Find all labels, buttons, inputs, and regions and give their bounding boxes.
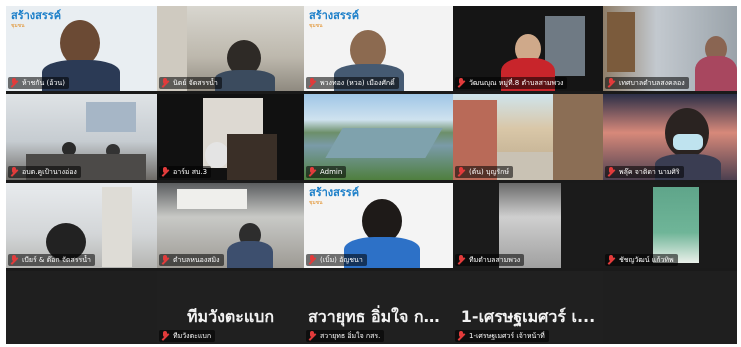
- participant-name: อาร์ม สบ.3: [173, 167, 208, 176]
- participant-namebar: ทีมตำบลสามพวง: [455, 254, 525, 266]
- participant-namebar: ตำบลหนองสมิง: [159, 254, 224, 266]
- participant-name-placeholder: 1-เศรษฐเมศวร์ เ...: [460, 307, 596, 326]
- video-grid: สร้างสรรค์ ชุมชน ห้าชกัน (อ้วน) นิตย์ จัด…: [6, 6, 737, 344]
- mic-muted-icon: [457, 255, 466, 265]
- participant-namebar: พวงทอง (หวอ) เมืองศักดิ์: [306, 77, 399, 89]
- participant-name: พลุ๊ค จาติดา นามศิริ: [619, 167, 680, 176]
- mic-muted-icon: [161, 167, 170, 177]
- participant-name: ทีมตำบลสามพวง: [469, 255, 521, 264]
- participant-namebar: ห้าชกัน (อ้วน): [8, 77, 69, 89]
- mic-muted-icon: [607, 167, 616, 177]
- participant-name: วัฒนญุณ หมู่ที่.8 ตำบลสามพวง: [469, 78, 564, 87]
- participant-tile[interactable]: เบียร์ & ต๊อก จัดสรรน้ำ: [6, 183, 157, 268]
- participant-name: พวงทอง (หวอ) เมืองศักดิ์: [320, 78, 395, 87]
- participant-name: (เบิ้ม) อัญชนา: [320, 255, 363, 264]
- participant-tile[interactable]: นิตย์ จัดสรรน้ำ: [157, 6, 304, 91]
- participant-tile[interactable]: สร้างสรรค์ ชุมชน ห้าชกัน (อ้วน): [6, 6, 157, 91]
- participant-tile[interactable]: ทีมตำบลสามพวง: [453, 183, 603, 268]
- participant-namebar: พลุ๊ค จาติดา นามศิริ: [605, 166, 684, 178]
- participant-tile[interactable]: สวายุทธ อิ่มใจ กส... สวายุทธ อิ่มใจ กสร.: [304, 271, 453, 344]
- participant-namebar: Admin: [306, 166, 347, 178]
- participant-tile[interactable]: พลุ๊ค จาติดา นามศิริ: [603, 94, 737, 180]
- mic-muted-icon: [10, 255, 19, 265]
- participant-namebar: สวายุทธ อิ่มใจ กสร.: [306, 330, 385, 342]
- mic-muted-icon: [10, 78, 19, 88]
- participant-tile[interactable]: 1-เศรษฐเมศวร์ เ... 1-เศรษฐเมศวร์ เจ้าหน้…: [453, 271, 603, 344]
- participant-namebar: ชัชญวัฒน์ แก้วทิพ: [605, 254, 678, 266]
- participant-tile[interactable]: วัฒนญุณ หมู่ที่.8 ตำบลสามพวง: [453, 6, 603, 91]
- participant-namebar: (ต้น) บุญรักษ์: [455, 166, 514, 178]
- participant-tile[interactable]: [603, 271, 737, 344]
- participant-name-placeholder: ทีมวังตะแบก: [186, 307, 275, 326]
- mic-muted-icon: [457, 78, 466, 88]
- mic-muted-icon: [607, 255, 616, 265]
- participant-namebar: อาร์ม สบ.3: [159, 166, 212, 178]
- participant-name: (ต้น) บุญรักษ์: [469, 167, 510, 176]
- mic-muted-icon: [161, 255, 170, 265]
- participant-tile[interactable]: สร้างสรรค์ ชุมชน พวงทอง (หวอ) เมืองศักดิ์: [304, 6, 453, 91]
- participant-namebar: นิตย์ จัดสรรน้ำ: [159, 77, 222, 89]
- participant-namebar: เทศบาลตำบลสงคลอง: [605, 77, 689, 89]
- brand-logo: สร้างสรรค์ ชุมชน: [309, 9, 360, 29]
- participant-tile[interactable]: อาร์ม สบ.3: [157, 94, 304, 180]
- participant-name: ทีมวังตะแบก: [173, 331, 212, 340]
- mic-muted-icon: [161, 78, 170, 88]
- participant-namebar: 1-เศรษฐเมศวร์ เจ้าหน้าที่: [455, 330, 549, 342]
- video-feed: [603, 271, 737, 344]
- mic-muted-icon: [457, 167, 466, 177]
- mic-muted-icon: [308, 78, 317, 88]
- participant-tile[interactable]: อบต.คูเป้านางอ่อง: [6, 94, 157, 180]
- participant-name: Admin: [320, 168, 343, 176]
- mic-muted-icon: [457, 331, 466, 341]
- participant-name: ชัชญวัฒน์ แก้วทิพ: [619, 255, 674, 264]
- participant-name: นิตย์ จัดสรรน้ำ: [173, 78, 218, 87]
- brand-logo: สร้างสรรค์ ชุมชน: [11, 9, 62, 29]
- participant-name: อบต.คูเป้านางอ่อง: [22, 167, 77, 176]
- participant-name-placeholder: สวายุทธ อิ่มใจ กส...: [308, 307, 452, 326]
- participant-name: เทศบาลตำบลสงคลอง: [619, 78, 685, 87]
- brand-logo: สร้างสรรค์ ชุมชน: [309, 186, 360, 206]
- participant-namebar: วัฒนญุณ หมู่ที่.8 ตำบลสามพวง: [455, 77, 568, 89]
- mic-muted-icon: [308, 255, 317, 265]
- participant-name: เบียร์ & ต๊อก จัดสรรน้ำ: [22, 255, 91, 264]
- participant-name: 1-เศรษฐเมศวร์ เจ้าหน้าที่: [469, 331, 545, 340]
- participant-name: สวายุทธ อิ่มใจ กสร.: [320, 331, 381, 340]
- participant-namebar: อบต.คูเป้านางอ่อง: [8, 166, 81, 178]
- participant-namebar: เบียร์ & ต๊อก จัดสรรน้ำ: [8, 254, 95, 266]
- mic-muted-icon: [607, 78, 616, 88]
- participant-namebar: (เบิ้ม) อัญชนา: [306, 254, 367, 266]
- participant-name: ตำบลหนองสมิง: [173, 255, 220, 264]
- participant-tile[interactable]: (ต้น) บุญรักษ์: [453, 94, 603, 180]
- participant-tile[interactable]: Admin: [304, 94, 453, 180]
- participant-tile[interactable]: [6, 271, 157, 344]
- participant-tile[interactable]: ชัชญวัฒน์ แก้วทิพ: [603, 183, 737, 268]
- participant-tile[interactable]: ทีมวังตะแบก ทีมวังตะแบก: [157, 271, 304, 344]
- participant-name: ห้าชกัน (อ้วน): [22, 78, 65, 87]
- participant-namebar: ทีมวังตะแบก: [159, 330, 216, 342]
- participant-tile[interactable]: เทศบาลตำบลสงคลอง: [603, 6, 737, 91]
- participant-tile[interactable]: สร้างสรรค์ ชุมชน (เบิ้ม) อัญชนา: [304, 183, 453, 268]
- mic-muted-icon: [161, 331, 170, 341]
- mic-muted-icon: [308, 331, 317, 341]
- mic-muted-icon: [10, 167, 19, 177]
- video-feed: [6, 271, 157, 344]
- mic-muted-icon: [308, 167, 317, 177]
- participant-tile[interactable]: ตำบลหนองสมิง: [157, 183, 304, 268]
